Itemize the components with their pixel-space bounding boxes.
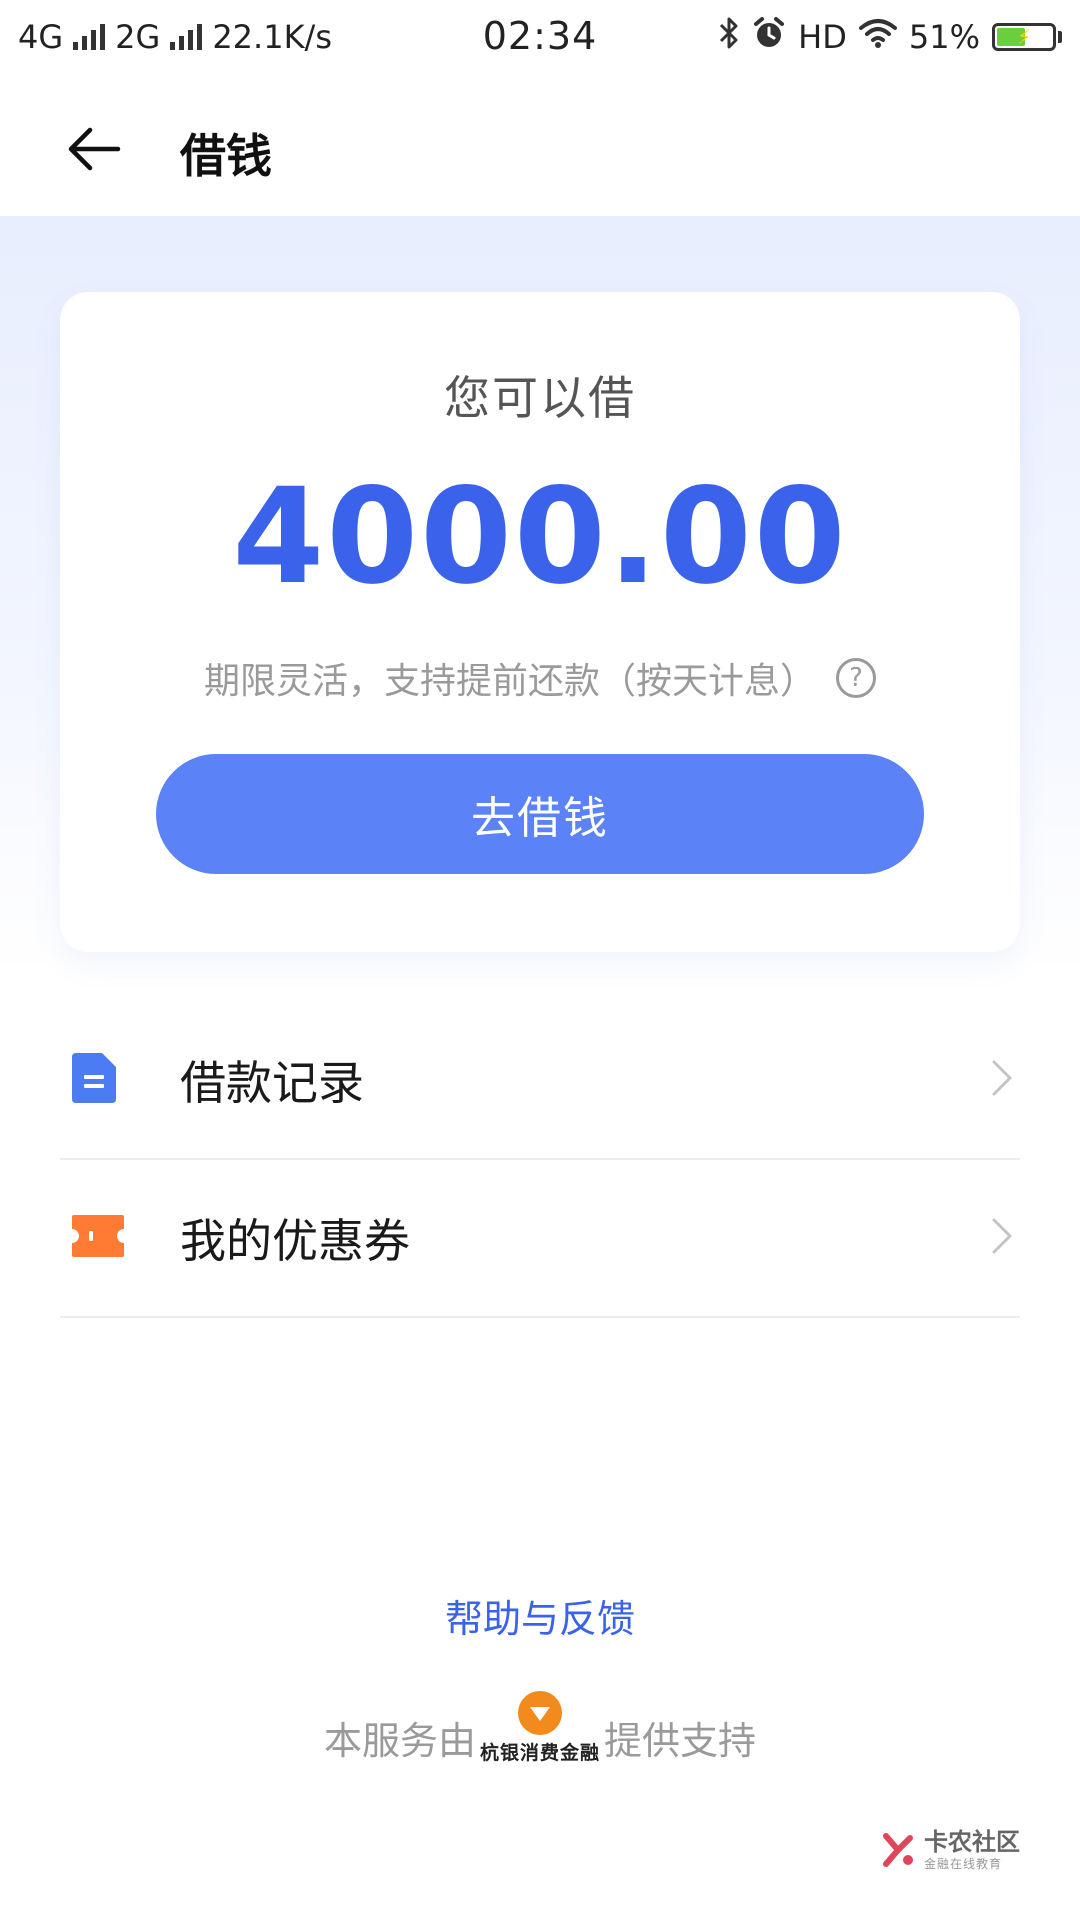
watermark-main: 卡农社区 bbox=[924, 1828, 1020, 1856]
help-feedback-link[interactable]: 帮助与反馈 bbox=[0, 1588, 1080, 1643]
chevron-right-icon bbox=[990, 1058, 1014, 1102]
watermark-logo-icon bbox=[883, 1833, 913, 1867]
menu-list: 借款记录 我的优惠券 bbox=[60, 1002, 1020, 1318]
battery-tip bbox=[1058, 31, 1062, 43]
menu-item-label: 借款记录 bbox=[180, 1056, 364, 1110]
provider-logo: 杭银消费金融 bbox=[480, 1690, 600, 1765]
arrow-left-icon bbox=[68, 127, 121, 171]
question-icon[interactable]: ? bbox=[836, 658, 876, 698]
status-right: HD 51% ⚡ bbox=[718, 16, 1062, 58]
service-suffix: 提供支持 bbox=[604, 1719, 757, 1763]
provider-name: 杭银消费金融 bbox=[479, 1742, 600, 1764]
menu-item-label: 我的优惠券 bbox=[180, 1214, 410, 1268]
loan-screen: 4G 2G 22.1K/s 02:34 HD 51% ⚡ 借钱 您可以借 400… bbox=[0, 0, 1080, 1920]
available-label: 您可以借 bbox=[444, 371, 636, 425]
alarm-icon bbox=[752, 16, 786, 58]
repayment-note: 期限灵活，支持提前还款（按天计息） ? bbox=[60, 652, 1020, 704]
service-prefix: 本服务由 bbox=[323, 1719, 476, 1763]
document-icon bbox=[70, 1051, 118, 1109]
credit-card-panel: 您可以借 4000.00 期限灵活，支持提前还款（按天计息） ? 去借钱 bbox=[60, 292, 1020, 952]
battery-percent: 51% bbox=[908, 18, 980, 56]
battery-icon: ⚡ bbox=[992, 23, 1062, 51]
watermark-text: 卡农社区 金融在线教育 bbox=[924, 1830, 1020, 1870]
available-amount: 4000.00 bbox=[232, 460, 848, 614]
repayment-note-text: 期限灵活，支持提前还款（按天计息） bbox=[203, 661, 816, 702]
battery-body: ⚡ bbox=[992, 23, 1056, 51]
watermark: 卡农社区 金融在线教育 bbox=[880, 1830, 1020, 1870]
hd-label: HD bbox=[798, 18, 847, 56]
app-header: 借钱 bbox=[0, 76, 1080, 216]
page-title: 借钱 bbox=[180, 129, 272, 183]
status-bar: 4G 2G 22.1K/s 02:34 HD 51% ⚡ bbox=[0, 0, 1080, 76]
menu-item-coupons[interactable]: 我的优惠券 bbox=[60, 1160, 1020, 1318]
charging-icon: ⚡ bbox=[1016, 25, 1032, 49]
wifi-icon bbox=[858, 18, 897, 56]
coupon-icon bbox=[70, 1213, 126, 1263]
provider-logo-icon bbox=[517, 1691, 562, 1735]
menu-item-loan-records[interactable]: 借款记录 bbox=[60, 1002, 1020, 1160]
watermark-sub: 金融在线教育 bbox=[924, 1857, 1003, 1871]
service-provider-line: 本服务由 杭银消费金融 提供支持 bbox=[0, 1690, 1080, 1765]
chevron-right-icon bbox=[990, 1216, 1014, 1260]
back-button[interactable] bbox=[60, 114, 130, 184]
bluetooth-icon bbox=[718, 16, 740, 58]
borrow-button[interactable]: 去借钱 bbox=[156, 754, 924, 874]
